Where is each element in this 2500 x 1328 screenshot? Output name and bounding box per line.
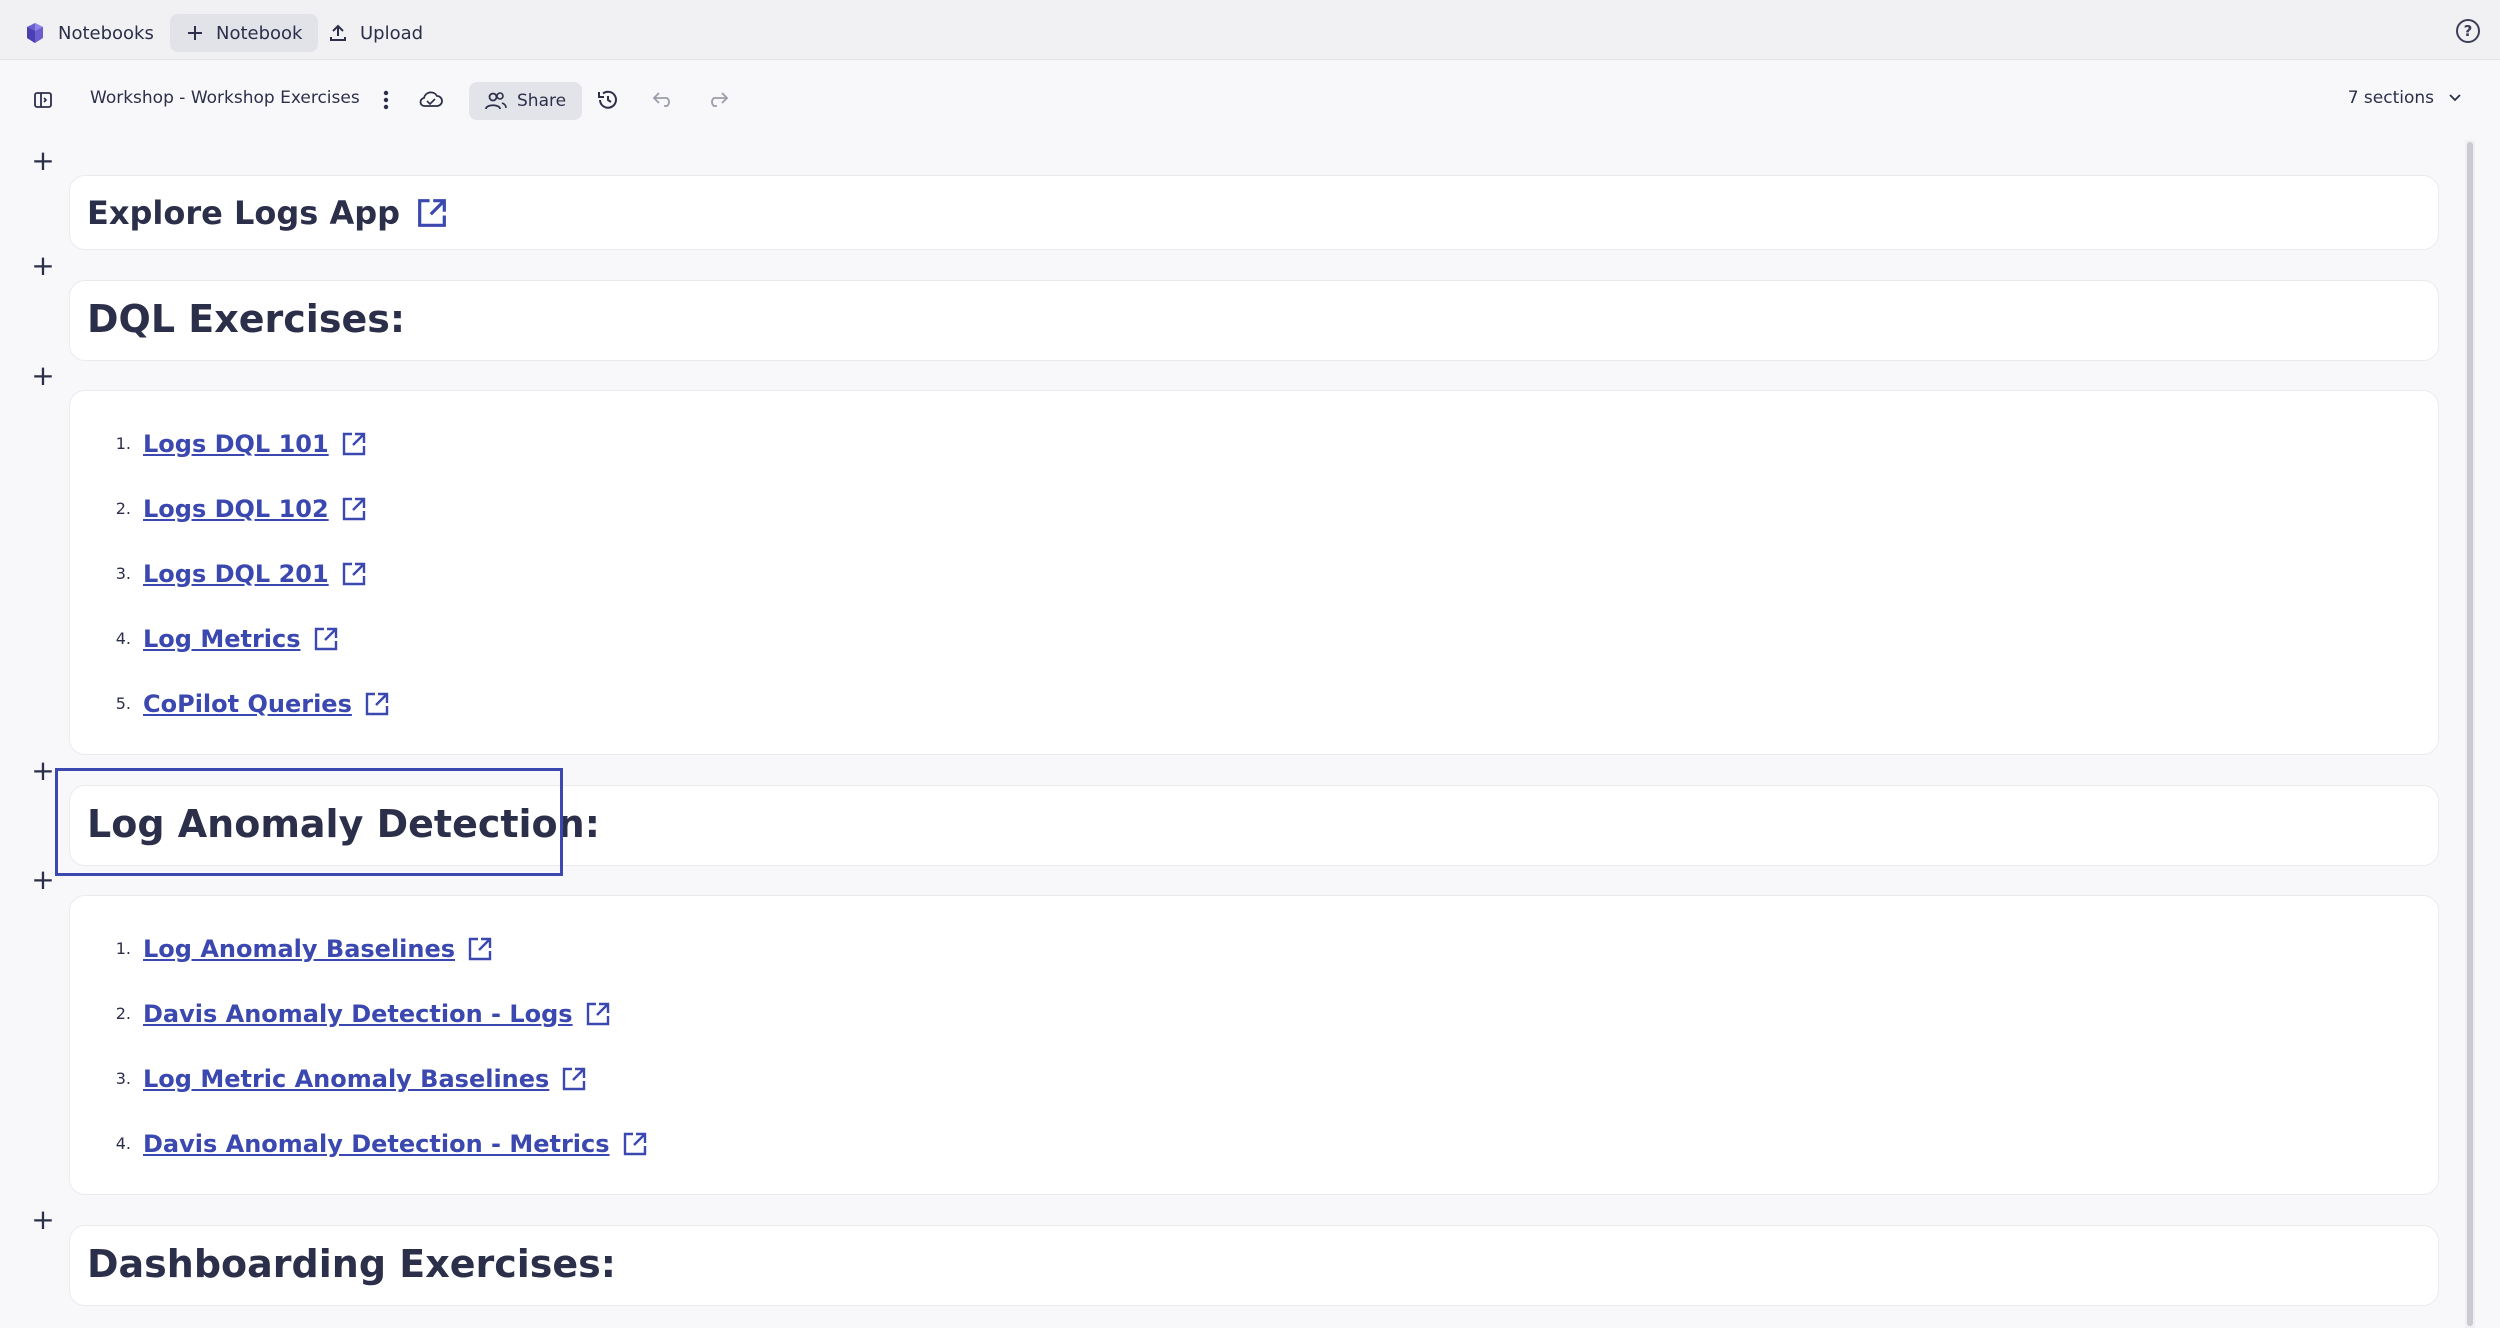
- dql-exercises-title: DQL Exercises:: [87, 297, 406, 341]
- more-options-icon[interactable]: [376, 89, 396, 111]
- list-item: 3. Logs DQL 201: [110, 541, 390, 606]
- plus-icon: [188, 26, 202, 40]
- notebooks-label: Notebooks: [58, 22, 154, 44]
- list-number: 2.: [115, 499, 131, 518]
- chevron-down-icon: [2449, 94, 2461, 102]
- log-metric-anomaly-baselines-link[interactable]: Log Metric Anomaly Baselines: [143, 1065, 549, 1093]
- undo-icon[interactable]: [652, 90, 674, 108]
- list-item: 5. CoPilot Queries: [110, 671, 390, 736]
- add-section-button[interactable]: +: [31, 866, 54, 894]
- notebook-toolbar: Workshop - Workshop Exercises Share 7 se…: [0, 62, 2500, 136]
- list-item: 3. Log Metric Anomaly Baselines: [110, 1046, 648, 1111]
- list-item: 2. Davis Anomaly Detection - Logs: [110, 981, 648, 1046]
- external-link-icon[interactable]: [585, 1001, 611, 1027]
- external-link-icon[interactable]: [313, 626, 339, 652]
- external-link-icon[interactable]: [341, 561, 367, 587]
- external-link-icon[interactable]: [416, 197, 448, 229]
- upload-icon: [330, 24, 346, 41]
- section-explore-logs[interactable]: Explore Logs App: [69, 175, 2439, 250]
- logs-dql-201-link[interactable]: Logs DQL 201: [143, 560, 329, 588]
- external-link-icon[interactable]: [364, 691, 390, 717]
- notebook-title[interactable]: Workshop - Workshop Exercises: [90, 88, 360, 108]
- logs-dql-101-link[interactable]: Logs DQL 101: [143, 430, 329, 458]
- davis-anomaly-metrics-link[interactable]: Davis Anomaly Detection - Metrics: [143, 1130, 610, 1158]
- scrollbar[interactable]: [2465, 140, 2475, 1328]
- list-number: 1.: [115, 939, 131, 958]
- app-bar: Notebooks Notebook Upload ?: [0, 0, 2500, 60]
- explore-logs-title[interactable]: Explore Logs App: [87, 194, 400, 232]
- external-link-icon[interactable]: [467, 936, 493, 962]
- users-icon: [485, 92, 507, 110]
- dql-exercise-list: 1. Logs DQL 101 2. Logs DQL 102 3. Logs …: [110, 411, 390, 736]
- copilot-queries-link[interactable]: CoPilot Queries: [143, 690, 352, 718]
- section-dql-list[interactable]: 1. Logs DQL 101 2. Logs DQL 102 3. Logs …: [69, 390, 2439, 755]
- log-metrics-link[interactable]: Log Metrics: [143, 625, 301, 653]
- upload-label: Upload: [360, 22, 424, 44]
- davis-anomaly-logs-link[interactable]: Davis Anomaly Detection - Logs: [143, 1000, 573, 1028]
- list-item: 4. Davis Anomaly Detection - Metrics: [110, 1111, 648, 1176]
- add-section-button[interactable]: +: [31, 362, 54, 390]
- selection-highlight: [55, 768, 563, 876]
- list-number: 5.: [115, 694, 131, 713]
- redo-icon[interactable]: [707, 90, 729, 108]
- help-icon[interactable]: ?: [2456, 19, 2480, 43]
- list-item: 4. Log Metrics: [110, 606, 390, 671]
- list-number: 4.: [115, 629, 131, 648]
- log-anomaly-baselines-link[interactable]: Log Anomaly Baselines: [143, 935, 455, 963]
- add-section-button[interactable]: +: [31, 147, 54, 175]
- upload-button[interactable]: Upload: [312, 14, 439, 52]
- sidebar-toggle-icon[interactable]: [33, 90, 53, 110]
- notebook-content: + + + + + + Explore Logs App DQL Exercis…: [0, 140, 2470, 1328]
- add-section-button[interactable]: +: [31, 252, 54, 280]
- list-number: 4.: [115, 1134, 131, 1153]
- list-number: 3.: [115, 1069, 131, 1088]
- list-number: 1.: [115, 434, 131, 453]
- cloud-saved-icon: [418, 90, 444, 110]
- section-dql-exercises[interactable]: DQL Exercises:: [69, 280, 2439, 361]
- section-heading: Explore Logs App: [87, 194, 448, 232]
- list-number: 2.: [115, 1004, 131, 1023]
- notebooks-logo-icon: [27, 23, 43, 43]
- list-item: 1. Log Anomaly Baselines: [110, 916, 648, 981]
- new-notebook-label: Notebook: [216, 22, 303, 44]
- add-section-button[interactable]: +: [31, 757, 54, 785]
- history-icon[interactable]: [596, 88, 620, 112]
- list-item: 1. Logs DQL 101: [110, 411, 390, 476]
- section-dashboarding-exercises[interactable]: Dashboarding Exercises:: [69, 1225, 2439, 1306]
- share-button[interactable]: Share: [469, 82, 583, 120]
- anomaly-exercise-list: 1. Log Anomaly Baselines 2. Davis Anomal…: [110, 916, 648, 1176]
- add-section-button[interactable]: +: [31, 1206, 54, 1234]
- section-anomaly-list[interactable]: 1. Log Anomaly Baselines 2. Davis Anomal…: [69, 895, 2439, 1195]
- dashboarding-exercises-title: Dashboarding Exercises:: [87, 1242, 616, 1286]
- logs-dql-102-link[interactable]: Logs DQL 102: [143, 495, 329, 523]
- external-link-icon[interactable]: [622, 1131, 648, 1157]
- sections-dropdown[interactable]: 7 sections: [2348, 88, 2462, 108]
- notebooks-nav[interactable]: Notebooks: [8, 14, 170, 52]
- scrollbar-thumb[interactable]: [2467, 142, 2473, 1326]
- external-link-icon[interactable]: [341, 496, 367, 522]
- sections-label: 7 sections: [2347, 88, 2434, 108]
- share-label: Share: [517, 91, 567, 111]
- list-item: 2. Logs DQL 102: [110, 476, 390, 541]
- list-number: 3.: [115, 564, 131, 583]
- new-notebook-button[interactable]: Notebook: [170, 14, 319, 52]
- external-link-icon[interactable]: [561, 1066, 587, 1092]
- external-link-icon[interactable]: [341, 431, 367, 457]
